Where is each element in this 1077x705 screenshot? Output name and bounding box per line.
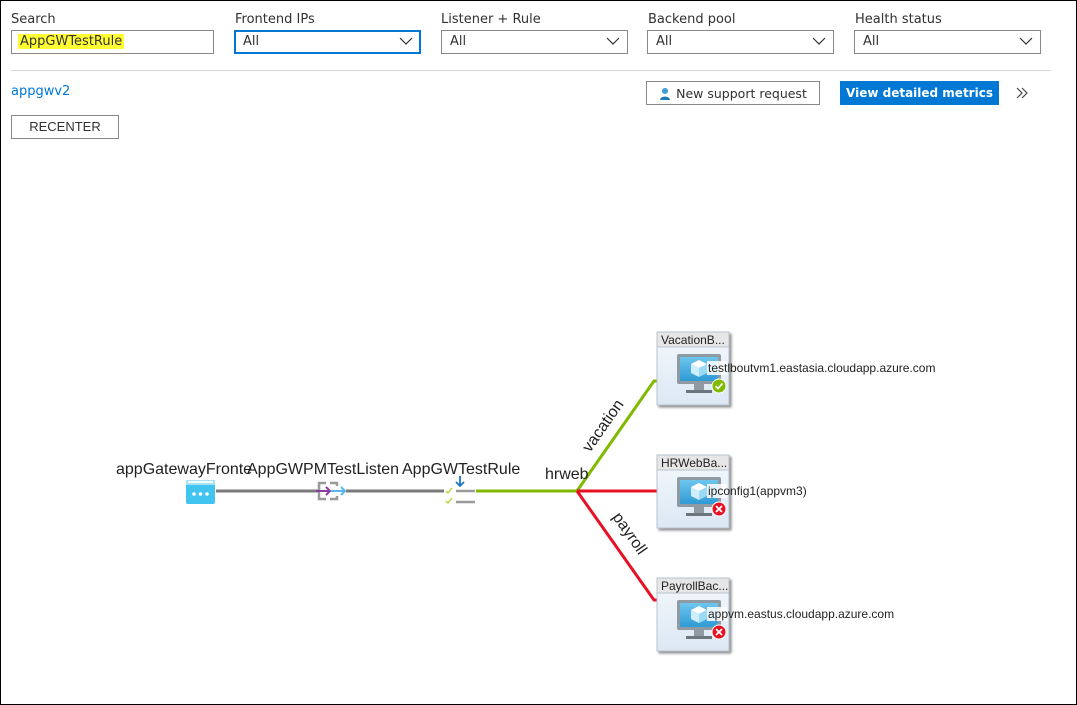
- backend-pool-title: PayrollBac...: [661, 579, 728, 593]
- error-circle-icon: [711, 624, 727, 640]
- backend-pool-title: VacationB...: [661, 333, 725, 347]
- path-label-vacation: vacation: [579, 397, 627, 456]
- backend-pool-card[interactable]: PayrollBac... appvm.eastus.cloudapp.azure…: [656, 577, 894, 652]
- frontend-label: appGatewayFronte: [116, 461, 252, 478]
- backend-server-label: ipconfig1(appvm3): [708, 484, 807, 498]
- backend-server-label: testlboutvm1.eastasia.cloudapp.azure.com: [708, 361, 935, 375]
- backend-server-label: appvm.eastus.cloudapp.azure.com: [708, 607, 894, 621]
- backend-pool-card[interactable]: VacationB... testlboutvm1.eastasia.clouda…: [656, 331, 935, 406]
- backend-server[interactable]: appvm.eastus.cloudapp.azure.com: [707, 607, 894, 621]
- listener-icon[interactable]: [316, 481, 347, 501]
- rule-icon[interactable]: [445, 476, 475, 505]
- check-circle-icon: [711, 378, 727, 394]
- error-circle-icon: [711, 501, 727, 517]
- frontend-ip-icon[interactable]: [186, 480, 215, 504]
- topology-graph[interactable]: appGatewayFronte AppGWPMTestListen AppGW…: [0, 0, 1077, 705]
- listener-label: AppGWPMTestListen: [247, 461, 399, 478]
- rule-label: AppGWTestRule: [402, 461, 520, 478]
- backend-server[interactable]: testlboutvm1.eastasia.cloudapp.azure.com: [707, 361, 935, 375]
- path-label-payroll: payroll: [609, 510, 650, 558]
- backend-pool-title: HRWebBa...: [661, 456, 727, 470]
- backend-server[interactable]: ipconfig1(appvm3): [707, 484, 807, 498]
- http-setting-label: hrweb: [545, 466, 589, 483]
- backend-pool-card[interactable]: HRWebBa... ipconfig1(appvm3): [656, 454, 807, 529]
